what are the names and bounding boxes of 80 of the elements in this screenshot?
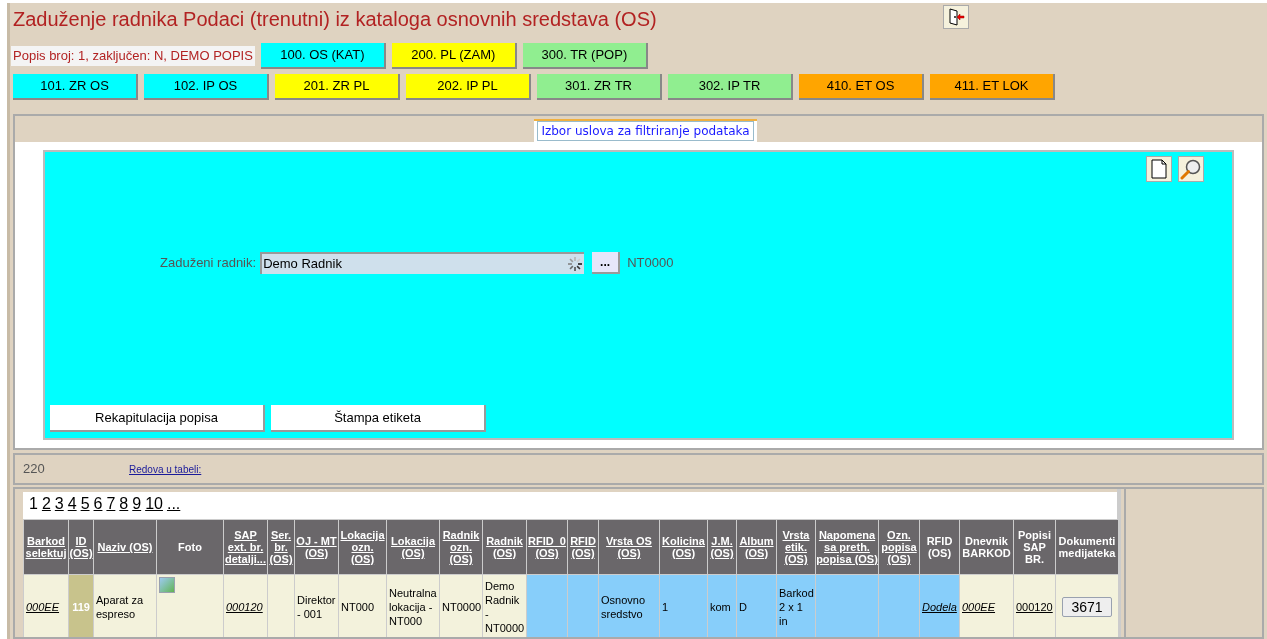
column-header: RFID (OS) bbox=[919, 519, 960, 575]
cell-text: 1 bbox=[662, 600, 669, 613]
column-header: Popisi SAP BR. bbox=[1013, 519, 1056, 575]
cell-text: Aparat za espreso bbox=[96, 593, 144, 620]
page-link[interactable]: 3 bbox=[54, 492, 64, 516]
module-button[interactable]: 302. IP TR bbox=[668, 74, 793, 100]
module-button[interactable]: 100. OS (KAT) bbox=[260, 43, 386, 69]
page-link[interactable]: 5 bbox=[80, 492, 90, 516]
page-link[interactable]: 8 bbox=[119, 492, 129, 516]
column-header[interactable]: Ser. br. (OS) bbox=[267, 519, 295, 575]
column-header[interactable]: Radnik (OS) bbox=[482, 519, 527, 575]
column-header[interactable]: SAP ext. br. detalji... bbox=[223, 519, 268, 575]
page-link[interactable]: 1 bbox=[29, 492, 38, 516]
column-header[interactable]: RFID (OS) bbox=[567, 519, 599, 575]
column-header[interactable]: Lokacija ozn. (OS) bbox=[338, 519, 387, 575]
module-button[interactable]: 301. ZR TR bbox=[537, 74, 662, 100]
browse-button[interactable]: ... bbox=[592, 252, 621, 274]
column-header[interactable]: ID (OS) bbox=[68, 519, 94, 575]
cell-text: NT0000 bbox=[442, 600, 482, 613]
cell-text: kom bbox=[710, 600, 731, 613]
column-header[interactable]: Barkod selektuj bbox=[23, 519, 69, 575]
id-value: 119 bbox=[72, 600, 90, 613]
cell-link[interactable]: 000EE bbox=[962, 600, 996, 613]
column-header[interactable]: OJ - MT (OS) bbox=[294, 519, 339, 575]
action-button[interactable]: Rekapitulacija popisa bbox=[50, 405, 265, 432]
page-link[interactable]: 10 bbox=[145, 492, 163, 516]
module-button[interactable]: 202. IP PL bbox=[406, 74, 531, 100]
cell-text: Barkod 2 x 1 in bbox=[779, 586, 814, 627]
column-header[interactable]: Lokacija (OS) bbox=[386, 519, 440, 575]
action-button[interactable]: Štampa etiketa bbox=[271, 405, 486, 432]
popis-info: Popis broj: 1, zaključen: N, DEMO POPIS bbox=[11, 46, 255, 66]
column-header[interactable]: Vrsta OS (OS) bbox=[598, 519, 660, 575]
page-link[interactable]: 4 bbox=[67, 492, 77, 516]
page-link[interactable]: 2 bbox=[41, 492, 51, 516]
page-link[interactable]: 6 bbox=[93, 492, 103, 516]
new-document-icon[interactable] bbox=[1146, 156, 1172, 182]
column-header[interactable]: Radnik ozn. (OS) bbox=[439, 519, 483, 575]
module-button[interactable]: 300. TR (POP) bbox=[522, 43, 648, 69]
cell-link[interactable]: Dodela bbox=[922, 600, 957, 613]
cell-text: D bbox=[739, 600, 747, 613]
page-link[interactable]: 9 bbox=[132, 492, 142, 516]
cell-text: Osnovno sredstvo bbox=[601, 593, 646, 620]
exit-door-icon[interactable] bbox=[943, 5, 969, 29]
field-label: Zaduženi radnik: bbox=[160, 254, 257, 273]
module-button[interactable]: 200. PL (ZAM) bbox=[391, 43, 517, 69]
column-header: Foto bbox=[156, 519, 224, 575]
page-link[interactable]: ... bbox=[166, 492, 181, 516]
cell-text: Neutralna lokacija - NT000 bbox=[389, 586, 437, 627]
column-header[interactable]: Kolicina (OS) bbox=[659, 519, 708, 575]
cell-link[interactable]: 000EE bbox=[26, 600, 60, 613]
row-count-link[interactable]: Redova u tabeli: bbox=[129, 461, 202, 477]
broken-image-icon bbox=[159, 577, 175, 593]
column-header: Dnevnik BARKOD bbox=[959, 519, 1014, 575]
worker-field[interactable]: Demo Radnik bbox=[260, 252, 585, 274]
search-icon[interactable] bbox=[1178, 156, 1204, 182]
cell-link[interactable]: 000120 bbox=[1016, 600, 1053, 613]
module-button[interactable]: 411. ET LOK bbox=[930, 74, 1055, 100]
row-count: 220 bbox=[23, 460, 46, 479]
cell-text: NT000 bbox=[341, 600, 375, 613]
filter-tab[interactable]: Izbor uslova za filtriranje podataka bbox=[534, 119, 757, 142]
column-header[interactable]: Vrsta etik. (OS) bbox=[776, 519, 816, 575]
column-header[interactable]: Album (OS) bbox=[736, 519, 777, 575]
module-button[interactable]: 201. ZR PL bbox=[275, 74, 400, 100]
module-button[interactable]: 410. ET OS bbox=[799, 74, 924, 100]
column-header[interactable]: Napomena sa preth. popisa (OS) bbox=[815, 519, 879, 575]
column-header: Dokumenti medijateka bbox=[1055, 519, 1119, 575]
module-button[interactable]: 102. IP OS bbox=[144, 74, 269, 100]
module-button[interactable]: 101. ZR OS bbox=[13, 74, 138, 100]
worker-code: NT0000 bbox=[627, 254, 674, 273]
page-title: Zaduženje radnika Podaci (trenutni) iz kataloga osnovnih sredstava (OS) bbox=[13, 7, 658, 32]
count-button[interactable]: 3671 bbox=[1062, 596, 1112, 617]
column-header[interactable]: RFID_0 (OS) bbox=[526, 519, 568, 575]
page-link[interactable]: 7 bbox=[106, 492, 116, 516]
cell-text: Direktor - 001 bbox=[297, 593, 336, 620]
cell-link[interactable]: 000120 bbox=[226, 600, 263, 613]
column-header[interactable]: Ozn. popisa (OS) bbox=[878, 519, 920, 575]
cell-text: Demo Radnik - NT0000 bbox=[485, 579, 525, 634]
column-header[interactable]: Naziv (OS) bbox=[93, 519, 157, 575]
column-header[interactable]: J.M. (OS) bbox=[707, 519, 737, 575]
loading-spinner-icon bbox=[567, 256, 584, 272]
